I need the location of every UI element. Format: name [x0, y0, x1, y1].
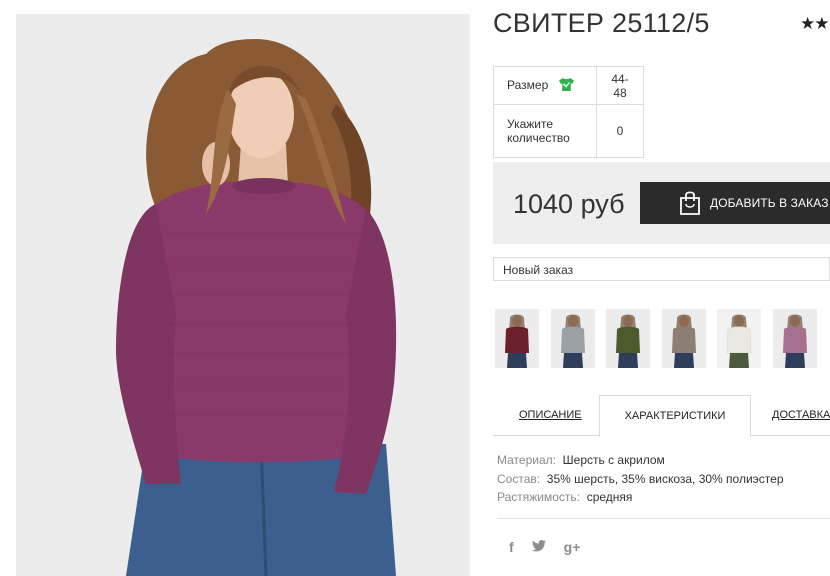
tshirt-icon[interactable]	[558, 77, 575, 95]
price-panel: 1040 руб ДОБАВИТЬ В ЗАКАЗ	[493, 162, 830, 244]
twitter-icon[interactable]	[531, 539, 546, 555]
spec-value: Шерсть с акрилом	[562, 453, 665, 467]
tab-description[interactable]: ОПИСАНИЕ	[519, 395, 582, 435]
quantity-input[interactable]: 0	[596, 104, 644, 158]
product-options-table: Размер 44-48 Укажите количество 0	[493, 66, 644, 158]
spec-key: Материал:	[497, 453, 556, 467]
color-variants	[495, 309, 828, 368]
spec-row: Состав: 35% шерсть, 35% вискоза, 30% пол…	[497, 470, 784, 489]
product-price: 1040 руб	[513, 189, 625, 219]
add-to-order-label: ДОБАВИТЬ В ЗАКАЗ	[710, 196, 829, 210]
product-main-photo[interactable]	[16, 14, 470, 576]
quantity-row: Укажите количество 0	[493, 104, 644, 158]
add-to-order-button[interactable]: ДОБАВИТЬ В ЗАКАЗ	[640, 182, 830, 224]
variant-thumbnail[interactable]	[717, 309, 761, 368]
size-label: Размер	[507, 77, 549, 92]
order-select[interactable]: Новый заказ	[493, 257, 830, 281]
variant-thumbnail[interactable]	[661, 309, 706, 368]
product-title: СВИТЕР 25112/5	[493, 8, 710, 38]
variant-thumbnail[interactable]	[495, 309, 539, 368]
variant-thumbnail[interactable]	[772, 309, 817, 368]
product-tabs: ОПИСАНИЕ ХАРАКТЕРИСТИКИ ДОСТАВКА	[493, 395, 830, 437]
google-plus-icon[interactable]: g+	[564, 539, 581, 555]
section-divider	[497, 518, 830, 519]
social-share: f g+	[509, 539, 598, 555]
spec-value: средняя	[586, 490, 633, 504]
tab-characteristics[interactable]: ХАРАКТЕРИСТИКИ	[599, 395, 751, 437]
spec-key: Состав:	[497, 471, 541, 486]
spec-key: Растяжимость:	[497, 490, 581, 504]
spec-row: Материал: Шерсть с акрилом	[497, 451, 784, 470]
characteristics-list: Материал: Шерсть с акрилом Состав: 35% ш…	[497, 451, 784, 507]
spec-row: Растяжимость: средняя	[497, 488, 784, 507]
size-value[interactable]: 44-48	[596, 66, 644, 105]
variant-thumbnail[interactable]	[606, 309, 650, 368]
spec-value: 35% шерсть, 35% вискоза, 30% полиэстер	[546, 471, 784, 486]
quantity-label: Укажите количество	[493, 104, 597, 158]
shopping-bag-icon	[678, 190, 702, 216]
tab-delivery[interactable]: ДОСТАВКА	[772, 395, 830, 435]
size-cell: Размер	[493, 66, 597, 105]
facebook-icon[interactable]: f	[509, 539, 514, 555]
rating-stars[interactable]: ★★	[800, 14, 830, 34]
size-row: Размер 44-48	[493, 66, 644, 105]
variant-thumbnail[interactable]	[550, 309, 595, 368]
